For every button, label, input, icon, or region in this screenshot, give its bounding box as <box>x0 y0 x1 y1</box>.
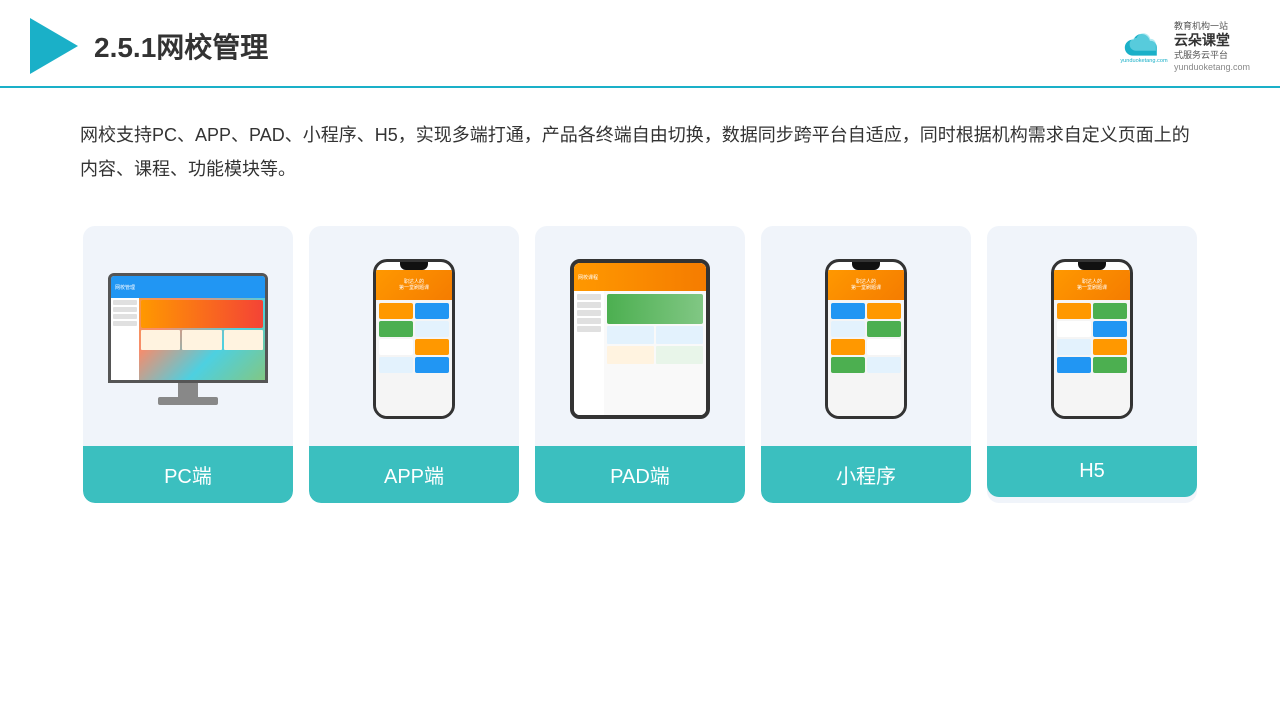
page-header: 2.5.1网校管理 yunduoketang.com 教育机构一站 云朵课堂 式… <box>0 0 1280 88</box>
pc-monitor-icon: 网校管理 <box>108 273 268 405</box>
pad-tablet-icon: 网校课程 <box>570 259 710 419</box>
brand-name: 云朵课堂 <box>1174 32 1230 49</box>
card-h5: 职达人的第一堂刷题课 <box>987 226 1197 503</box>
card-h5-label: H5 <box>987 446 1197 497</box>
card-pc: 网校管理 <box>83 226 293 503</box>
card-mini-label: 小程序 <box>761 446 971 503</box>
card-mini-image: 职达人的第一堂刷题课 <box>761 226 971 446</box>
page-title: 2.5.1网校管理 <box>94 26 268 66</box>
cloud-icon: yunduoketang.com <box>1120 28 1168 64</box>
description-paragraph: 网校支持PC、APP、PAD、小程序、H5，实现多端打通，产品各终端自由切换，数… <box>80 118 1200 186</box>
app-phone-icon: 职达人的第一堂刷题课 <box>373 259 455 419</box>
description-text: 网校支持PC、APP、PAD、小程序、H5，实现多端打通，产品各终端自由切换，数… <box>0 88 1280 196</box>
mini-phone-icon: 职达人的第一堂刷题课 <box>825 259 907 419</box>
header-left: 2.5.1网校管理 <box>30 18 268 74</box>
svg-text:yunduoketang.com: yunduoketang.com <box>1120 58 1168 64</box>
logo-triangle-icon <box>30 18 78 74</box>
card-pc-image: 网校管理 <box>83 226 293 446</box>
card-pad-label: PAD端 <box>535 446 745 503</box>
brand-slogan2: 式服务云平台 <box>1174 49 1228 62</box>
header-right: yunduoketang.com 教育机构一站 云朵课堂 式服务云平台 yund… <box>1120 20 1250 73</box>
brand-slogan: 教育机构一站 <box>1174 20 1228 33</box>
card-h5-image: 职达人的第一堂刷题课 <box>987 226 1197 446</box>
card-app-label: APP端 <box>309 446 519 503</box>
card-mini: 职达人的第一堂刷题课 <box>761 226 971 503</box>
card-pad: 网校课程 <box>535 226 745 503</box>
cards-container: 网校管理 <box>0 196 1280 533</box>
brand-text: 教育机构一站 云朵课堂 式服务云平台 yunduoketang.com <box>1174 20 1250 73</box>
h5-phone-icon: 职达人的第一堂刷题课 <box>1051 259 1133 419</box>
card-app-image: 职达人的第一堂刷题课 <box>309 226 519 446</box>
brand-url: yunduoketang.com <box>1174 62 1250 73</box>
card-app: 职达人的第一堂刷题课 <box>309 226 519 503</box>
brand-logo: yunduoketang.com 教育机构一站 云朵课堂 式服务云平台 yund… <box>1120 20 1250 73</box>
card-pad-image: 网校课程 <box>535 226 745 446</box>
card-pc-label: PC端 <box>83 446 293 503</box>
